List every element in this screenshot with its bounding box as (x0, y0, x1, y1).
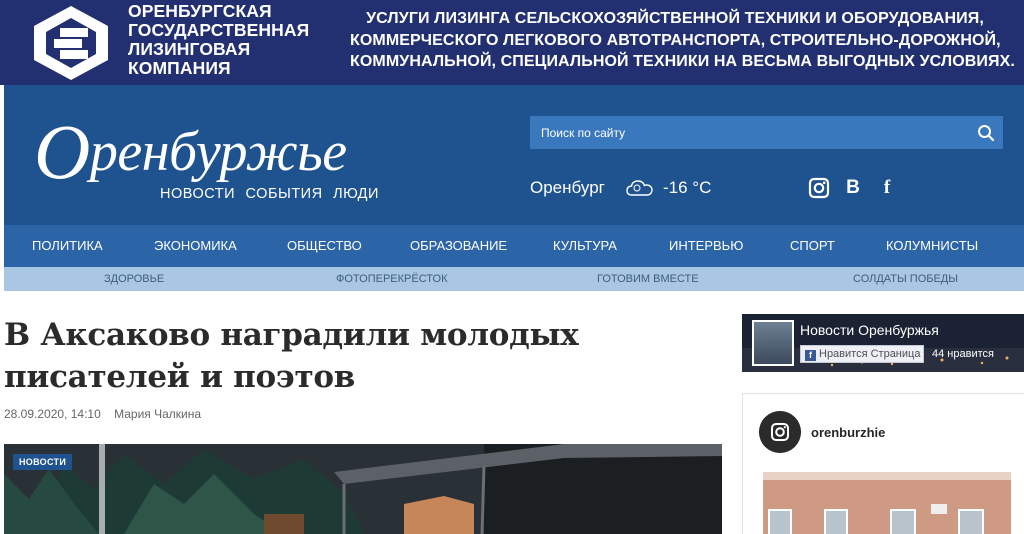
article-title-line: писателей и поэтов (4, 359, 355, 395)
vk-icon[interactable]: B (842, 177, 864, 199)
facebook-logo-icon: f (805, 350, 816, 361)
ad-banner[interactable]: ОРЕНБУРГСКАЯ ГОСУДАРСТВЕННАЯ ЛИЗИНГОВАЯ … (0, 0, 1024, 85)
article-title: В Аксаково наградили молодых писателей и… (4, 314, 704, 398)
facebook-icon[interactable]: f (876, 177, 898, 199)
ad-text-line: КОММЕРЧЕСКОГО ЛЕГКОВОГО АВТОТРАНСПОРТА, … (350, 31, 1001, 49)
weather-city: Оренбург (530, 178, 605, 197)
instagram-icon[interactable] (808, 177, 830, 199)
sub-nav: ЗДОРОВЬЕ ФОТОПЕРЕКРЁСТОК ГОТОВИМ ВМЕСТЕ … (4, 267, 1024, 291)
leasing-company-logo (34, 6, 108, 80)
facebook-like-count: 44 нравится (932, 348, 994, 360)
site-logo-rest: ренбуржье (89, 121, 347, 183)
subnav-item-health[interactable]: ЗДОРОВЬЕ (104, 267, 164, 291)
article-photo (4, 444, 722, 534)
ad-company-line: КОМПАНИЯ (128, 58, 231, 78)
nav-item-society[interactable]: ОБЩЕСТВО (287, 225, 362, 267)
weather-temperature: -16 °C (663, 178, 712, 197)
tagline-word: НОВОСТИ (160, 186, 235, 202)
article-title-line: В Аксаково наградили молодых (4, 317, 579, 353)
facebook-page-name[interactable]: Новости Оренбуржья (800, 322, 939, 338)
site-tagline: НОВОСТИ СОБЫТИЯ ЛЮДИ (160, 186, 385, 202)
instagram-avatar-icon[interactable] (759, 411, 801, 453)
page: ОРЕНБУРГСКАЯ ГОСУДАРСТВЕННАЯ ЛИЗИНГОВАЯ … (0, 0, 1024, 534)
nav-item-politics[interactable]: ПОЛИТИКА (32, 225, 103, 267)
article-image: НОВОСТИ (4, 444, 722, 534)
ad-company-name: ОРЕНБУРГСКАЯ ГОСУДАРСТВЕННАЯ ЛИЗИНГОВАЯ … (128, 2, 309, 78)
tagline-word: СОБЫТИЯ (245, 186, 323, 202)
site-logo-initial: О (34, 108, 90, 195)
site-logo[interactable]: Оренбуржье (34, 107, 347, 197)
ad-company-line: ГОСУДАРСТВЕННАЯ (128, 20, 310, 40)
article-date: 28.09.2020, 14:10 (4, 407, 101, 421)
search-icon[interactable] (975, 122, 997, 144)
cloud-icon (626, 180, 653, 196)
nav-item-sport[interactable]: СПОРТ (790, 225, 835, 267)
article-meta: 28.09.2020, 14:10 Мария Чалкина (4, 407, 201, 421)
nav-item-interview[interactable]: ИНТЕРВЬЮ (669, 225, 743, 267)
ad-company-line: ЛИЗИНГОВАЯ (128, 39, 251, 59)
facebook-like-label: Нравится Страница (819, 348, 921, 360)
subnav-item-cooking[interactable]: ГОТОВИМ ВМЕСТЕ (597, 267, 699, 291)
search-bar (530, 116, 1003, 149)
facebook-like-button[interactable]: f Нравится Страница (800, 345, 924, 363)
nav-item-economy[interactable]: ЭКОНОМИКА (154, 225, 237, 267)
main-nav: ПОЛИТИКА ЭКОНОМИКА ОБЩЕСТВО ОБРАЗОВАНИЕ … (4, 225, 1024, 267)
tagline-word: ЛЮДИ (333, 186, 379, 202)
nav-item-culture[interactable]: КУЛЬТУРА (553, 225, 617, 267)
subnav-item-soldiers[interactable]: СОЛДАТЫ ПОБЕДЫ (853, 267, 958, 291)
subnav-item-photo[interactable]: ФОТОПЕРЕКРЁСТОК (336, 267, 447, 291)
ad-text: УСЛУГИ ЛИЗИНГА СЕЛЬСКОХОЗЯЙСТВЕННОЙ ТЕХН… (350, 8, 1015, 73)
facebook-page-avatar (752, 320, 794, 366)
ad-text-line: КОММУНАЛЬНОЙ, СПЕЦИАЛЬНОЙ ТЕХНИКИ НА ВЕС… (350, 53, 1015, 70)
nav-item-education[interactable]: ОБРАЗОВАНИЕ (410, 225, 507, 267)
instagram-handle[interactable]: orenburzhie (811, 425, 885, 440)
nav-item-columnists[interactable]: КОЛУМНИСТЫ (886, 225, 978, 267)
instagram-widget: orenburzhie (742, 393, 1024, 534)
facebook-widget[interactable]: Новости Оренбуржья f Нравится Страница 44… (742, 314, 1024, 372)
ad-text-line: УСЛУГИ ЛИЗИНГА СЕЛЬСКОХОЗЯЙСТВЕННОЙ ТЕХН… (366, 10, 984, 27)
instagram-photo-image (763, 472, 1011, 534)
search-input[interactable] (530, 116, 960, 149)
category-badge[interactable]: НОВОСТИ (13, 454, 73, 470)
ad-company-line: ОРЕНБУРГСКАЯ (128, 1, 272, 21)
instagram-photo[interactable] (763, 472, 1011, 534)
site-header: Оренбуржье НОВОСТИ СОБЫТИЯ ЛЮДИ Оренбург… (4, 85, 1024, 225)
article-author[interactable]: Мария Чалкина (114, 407, 201, 421)
